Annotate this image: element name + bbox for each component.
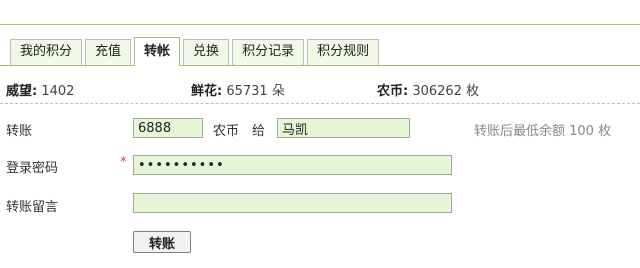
tab-exchange[interactable]: 兑换 — [183, 39, 230, 65]
tab-points-log[interactable]: 积分记录 — [232, 39, 305, 65]
recipient-input[interactable] — [277, 118, 410, 138]
transfer-label: 转账 — [6, 124, 33, 139]
stat-coins: 农币: 306262 枚 — [377, 80, 479, 99]
tab-transfer[interactable]: 转帐 — [134, 37, 181, 66]
transfer-amount-input[interactable] — [133, 118, 203, 138]
tab-divider — [0, 65, 640, 66]
submit-transfer-button[interactable]: 转账 — [133, 231, 191, 253]
tab-bar: 我的积分 充值 转帐 兑换 积分记录 积分规则 — [10, 37, 382, 66]
stat-flowers-value: 65731 — [226, 84, 268, 99]
required-mark: * — [120, 155, 127, 170]
message-input[interactable] — [133, 193, 452, 213]
stat-coins-unit: 枚 — [466, 84, 480, 99]
message-label: 转账留言 — [6, 200, 59, 215]
stat-reputation: 威望: 1402 — [6, 80, 74, 99]
to-label: 给 — [252, 124, 266, 139]
password-input[interactable] — [133, 155, 452, 175]
currency-label: 农币 — [213, 124, 240, 139]
tab-recharge[interactable]: 充值 — [85, 39, 132, 65]
stat-reputation-value: 1402 — [41, 84, 75, 99]
stat-flowers: 鲜花: 65731 朵 — [191, 80, 285, 99]
stat-coins-label: 农币: — [377, 84, 409, 99]
stats-divider — [0, 103, 640, 104]
top-divider — [0, 24, 640, 25]
min-balance-hint: 转账后最低余额 100 枚 — [474, 124, 612, 139]
tab-my-points[interactable]: 我的积分 — [10, 39, 83, 65]
stat-reputation-label: 威望: — [6, 84, 38, 99]
tab-points-rules[interactable]: 积分规则 — [307, 39, 380, 65]
stat-flowers-unit: 朵 — [271, 84, 285, 99]
stat-flowers-label: 鲜花: — [191, 84, 223, 99]
password-label: 登录密码 — [6, 161, 59, 176]
stat-coins-value: 306262 — [412, 84, 462, 99]
